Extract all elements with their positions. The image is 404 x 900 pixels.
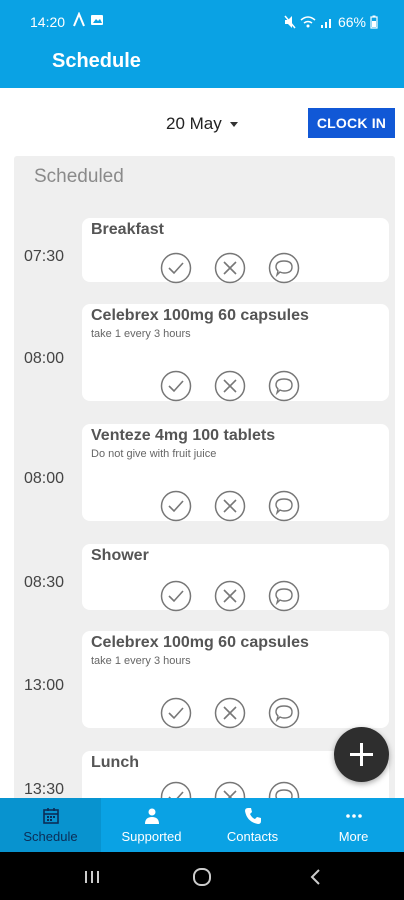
check-circle-icon[interactable] [160, 252, 192, 284]
entry-actions [160, 370, 300, 402]
entry-title: Celebrex 100mg 60 capsules [91, 307, 309, 324]
entry-time: 08:00 [24, 350, 65, 367]
bottom-nav: Schedule Supported Contacts More [0, 798, 404, 852]
clock-in-button[interactable]: CLOCK IN [308, 108, 395, 138]
entry-card[interactable]: Shower [82, 544, 389, 612]
recent-apps-icon[interactable] [80, 866, 104, 888]
wifi-icon [300, 16, 316, 28]
battery-icon [370, 15, 378, 29]
entry-title: Celebrex 100mg 60 capsules [91, 634, 309, 651]
back-icon[interactable] [304, 866, 328, 888]
comment-circle-icon[interactable] [268, 697, 300, 729]
entry-time: 08:30 [24, 574, 65, 591]
check-circle-icon[interactable] [160, 697, 192, 729]
date-value: 20 May [166, 114, 222, 133]
entry-actions [160, 781, 300, 798]
cross-circle-icon[interactable] [214, 252, 246, 284]
check-circle-icon[interactable] [160, 490, 192, 522]
calendar-icon [42, 808, 59, 824]
date-toolbar: 20 May CLOCK IN [0, 88, 404, 156]
date-selector[interactable]: 20 May [166, 114, 238, 134]
more-dots-icon [345, 814, 362, 818]
entry-actions [160, 697, 300, 729]
nav-item-more[interactable]: More [303, 798, 404, 852]
cross-circle-icon[interactable] [214, 370, 246, 402]
check-circle-icon[interactable] [160, 580, 192, 612]
entry-title: Lunch [91, 754, 139, 771]
entry-title: Breakfast [91, 221, 164, 238]
page-title: Schedule [52, 50, 141, 72]
nav-label-more: More [338, 829, 369, 844]
plus-icon-vertical [360, 743, 363, 766]
schedule-panel[interactable]: Scheduled 07:30 Breakfast 08:00 Celebrex 10… [14, 156, 395, 798]
nav-item-schedule[interactable]: Schedule [0, 798, 101, 852]
entry-subtitle: Do not give with fruit juice [91, 448, 217, 460]
entry-card[interactable]: Breakfast [82, 218, 389, 284]
schedule-entry: 08:00 Celebrex 100mg 60 capsules take 1 ev… [14, 304, 395, 412]
entry-actions [160, 580, 300, 612]
cross-circle-icon[interactable] [214, 697, 246, 729]
section-title: Scheduled [34, 166, 124, 187]
nav-label-supported: Supported [121, 829, 182, 844]
schedule-entry: 13:00 Celebrex 100mg 60 capsules take 1 ev… [14, 631, 395, 739]
image-notification-icon [91, 15, 103, 25]
system-nav-bar [0, 852, 404, 900]
entry-actions [160, 490, 300, 522]
entry-card[interactable]: Celebrex 100mg 60 capsules take 1 every 3… [82, 304, 389, 402]
signal-icon [320, 19, 331, 28]
nav-item-supported[interactable]: Supported [101, 798, 202, 852]
schedule-entry: 08:00 Venteze 4mg 100 tablets Do not give … [14, 424, 395, 532]
phone-icon [244, 808, 261, 824]
status-time: 14:20 [30, 14, 66, 30]
schedule-entry: 07:30 Breakfast [14, 218, 395, 293]
status-bar: 14:20 66% [0, 0, 404, 44]
home-icon[interactable] [190, 866, 214, 888]
nav-item-contacts[interactable]: Contacts [202, 798, 303, 852]
schedule-entry: 08:30 Shower [14, 544, 395, 621]
person-icon [144, 808, 159, 824]
battery-percent: 66% [337, 14, 366, 30]
comment-circle-icon[interactable] [268, 580, 300, 612]
entry-subtitle: take 1 every 3 hours [91, 655, 191, 667]
comment-circle-icon[interactable] [268, 370, 300, 402]
caret-down-icon [229, 121, 238, 127]
entry-time: 13:30 [24, 781, 65, 798]
check-circle-icon[interactable] [160, 781, 192, 798]
entry-time: 07:30 [24, 248, 65, 265]
entry-subtitle: take 1 every 3 hours [91, 328, 191, 340]
check-circle-icon[interactable] [160, 370, 192, 402]
cross-circle-icon[interactable] [214, 490, 246, 522]
mute-icon [284, 15, 296, 29]
entry-actions [160, 252, 300, 284]
entry-card[interactable]: Venteze 4mg 100 tablets Do not give with … [82, 424, 389, 522]
comment-circle-icon[interactable] [268, 252, 300, 284]
nav-label-contacts: Contacts [226, 829, 279, 844]
add-button[interactable] [334, 727, 389, 782]
entry-title: Venteze 4mg 100 tablets [91, 427, 276, 444]
entry-time: 08:00 [24, 470, 65, 487]
notification-icon [73, 12, 85, 27]
comment-circle-icon[interactable] [268, 781, 300, 798]
entry-title: Shower [91, 547, 149, 564]
entry-card[interactable]: Celebrex 100mg 60 capsules take 1 every 3… [82, 631, 389, 729]
app-bar: Schedule [0, 44, 404, 88]
cross-circle-icon[interactable] [214, 580, 246, 612]
nav-label-schedule: Schedule [23, 829, 78, 844]
cross-circle-icon[interactable] [214, 781, 246, 798]
entry-time: 13:00 [24, 677, 65, 694]
comment-circle-icon[interactable] [268, 490, 300, 522]
